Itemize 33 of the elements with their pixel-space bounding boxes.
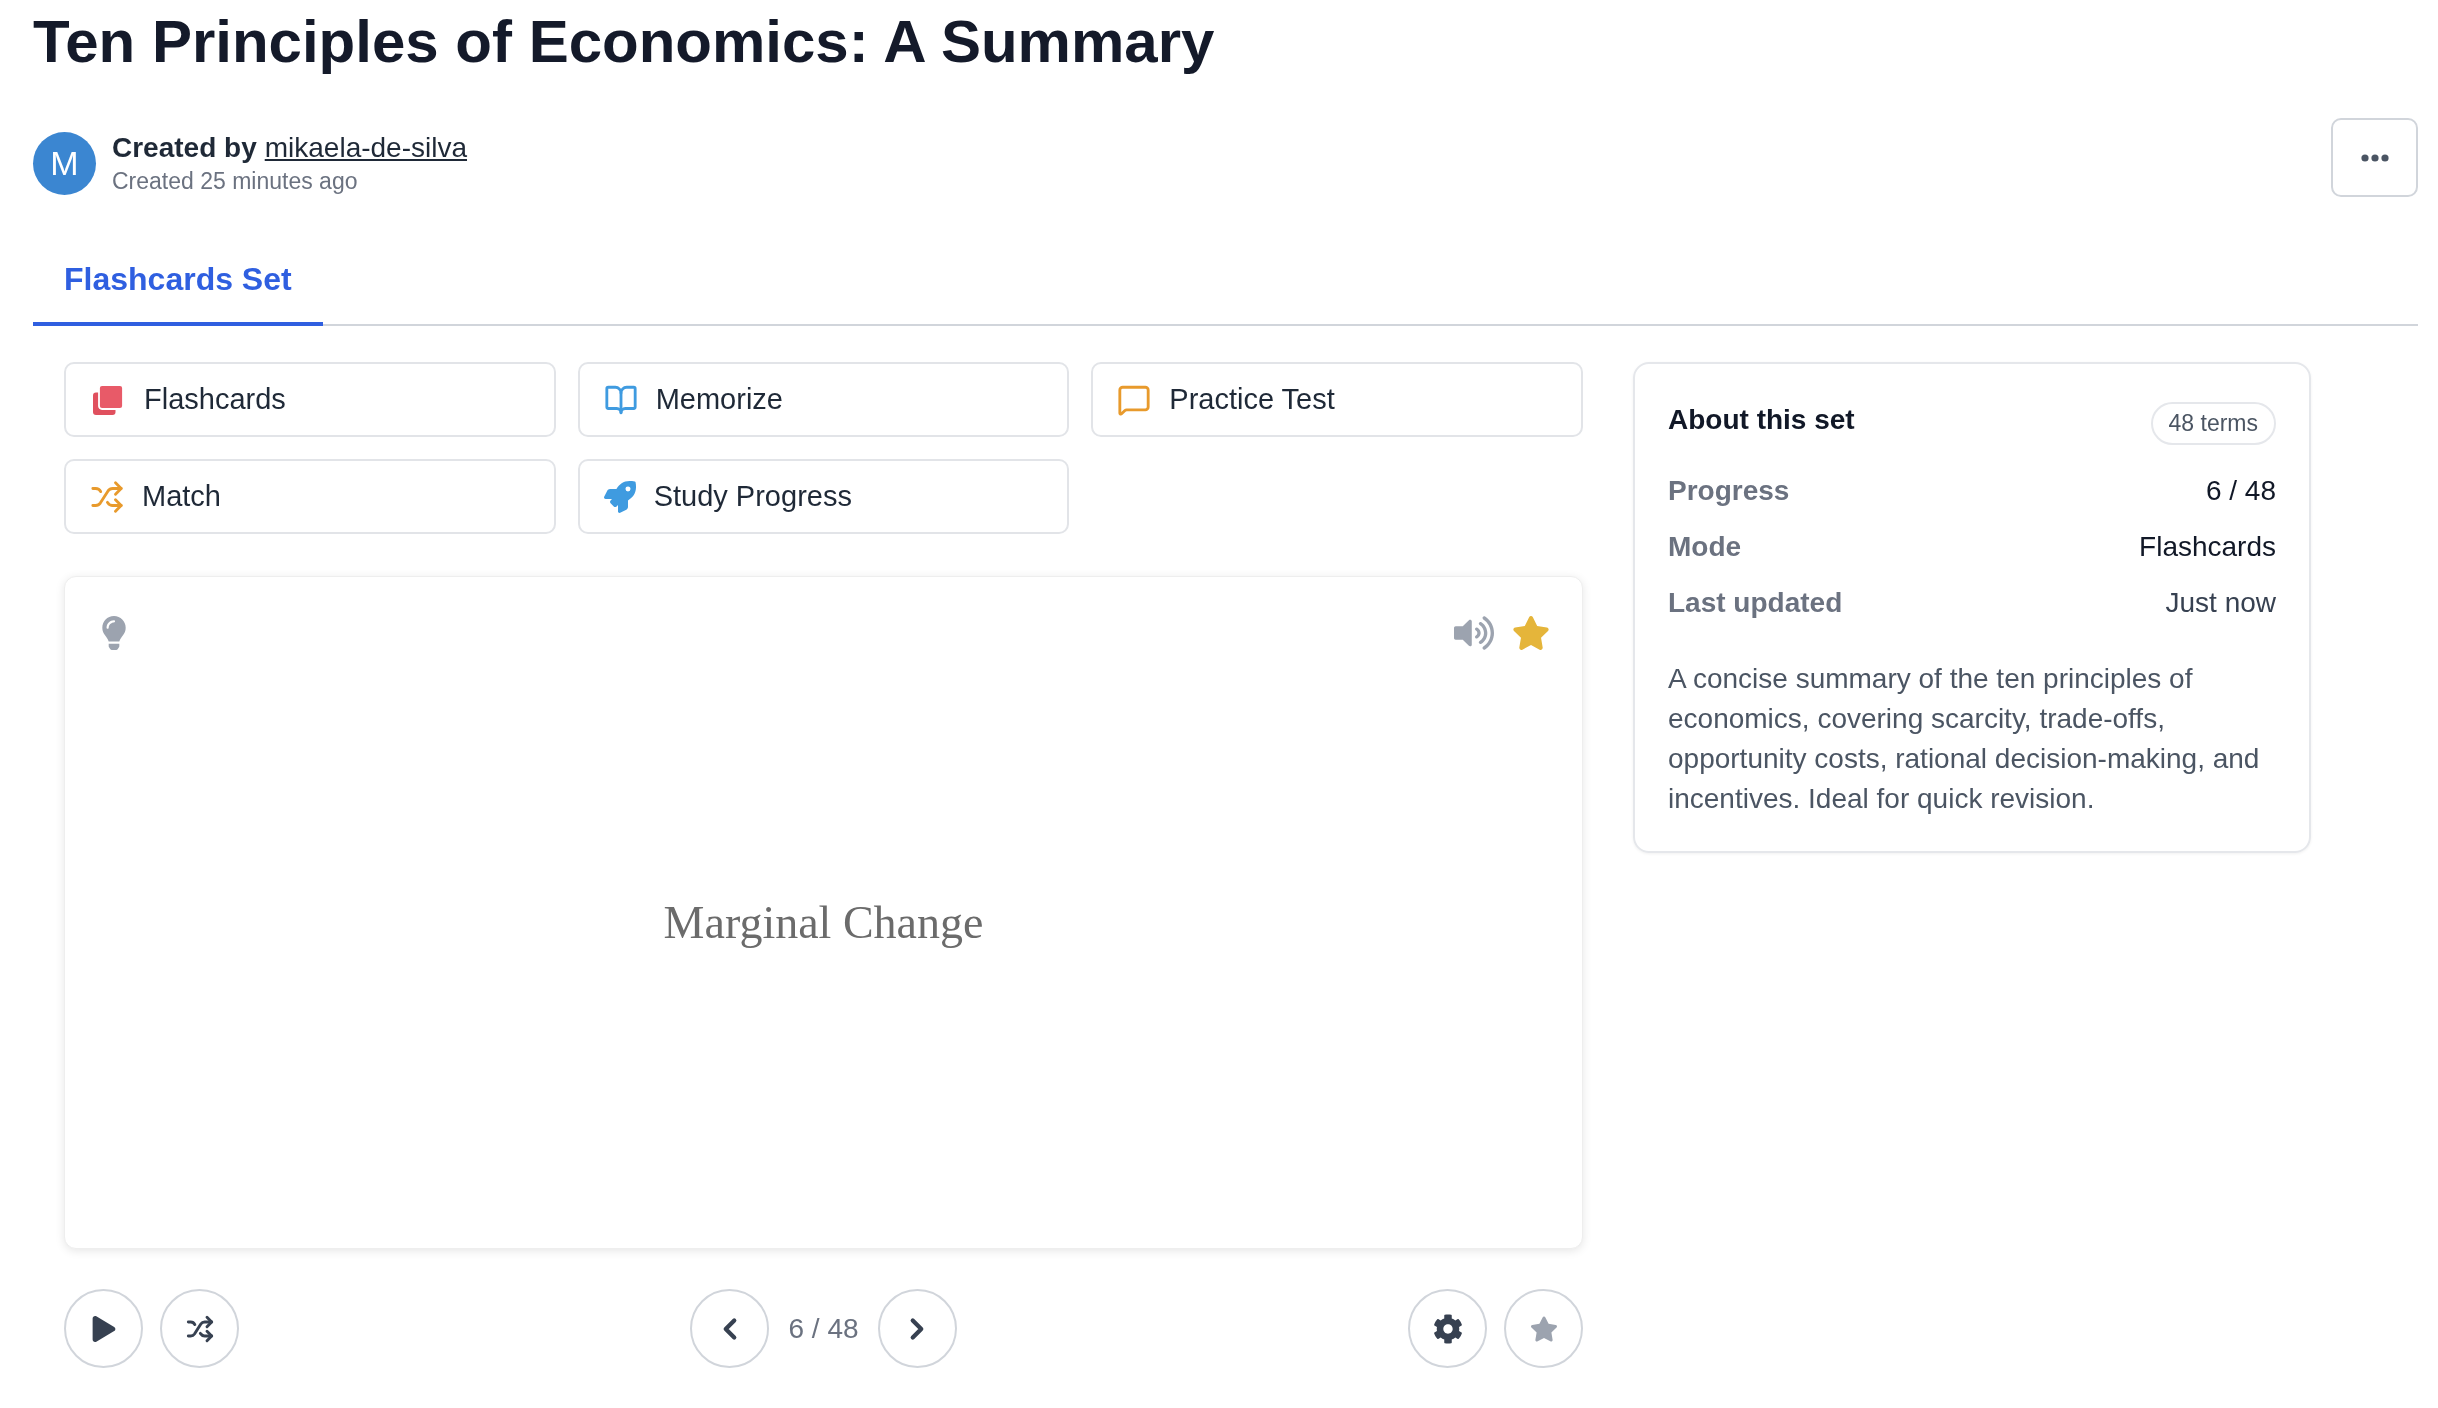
info-value: 6 / 48 — [2205, 475, 2276, 507]
star-icon — [1529, 1314, 1558, 1343]
play-icon — [90, 1315, 117, 1342]
info-label: Last updated — [1668, 587, 1843, 619]
tab[interactable]: Flashcards Set — [33, 243, 323, 326]
card-term: Marginal Change — [663, 896, 984, 949]
mode-button[interactable]: Match — [64, 459, 556, 534]
terms-count: 48 terms — [2150, 402, 2276, 445]
mode-button[interactable]: Flashcards — [64, 362, 556, 437]
username-link[interactable]: mikaela-de-silva — [264, 132, 467, 164]
mode-button[interactable]: Memorize — [577, 362, 1070, 437]
info-value: Just now — [2165, 587, 2276, 619]
star-icon[interactable] — [1512, 614, 1550, 652]
more-button[interactable] — [2331, 118, 2418, 197]
info-value: Flashcards — [2139, 531, 2276, 563]
shuffle-icon — [90, 479, 124, 514]
info-label: Mode — [1668, 531, 1742, 563]
flashcard[interactable]: Marginal Change — [64, 576, 1583, 1249]
panel-title: About this set — [1668, 403, 1855, 436]
mode-button[interactable]: Study Progress — [577, 459, 1070, 534]
shuffle-icon — [185, 1314, 214, 1343]
created-by-label: Created by — [112, 132, 257, 164]
created-time: Created 25 minutes ago — [112, 168, 359, 195]
more-icon — [2360, 153, 2389, 162]
card-counter: 6 / 48 — [787, 1312, 860, 1345]
rocket-icon — [603, 480, 636, 513]
mode-button[interactable]: Practice Test — [1091, 362, 1583, 437]
page-title: Ten Principles of Economics: A Summary — [33, 7, 1216, 77]
set-description: A concise summary of the ten principles of economics, covering scarcity, trade-offs, opportunity costs, rational decision-making, and incentives. Ideal for quick revision. — [1668, 662, 2261, 816]
avatar: M — [33, 132, 96, 195]
info-label: Progress — [1668, 475, 1790, 507]
settings-icon — [1432, 1313, 1463, 1344]
speaker-icon[interactable] — [1454, 613, 1494, 653]
